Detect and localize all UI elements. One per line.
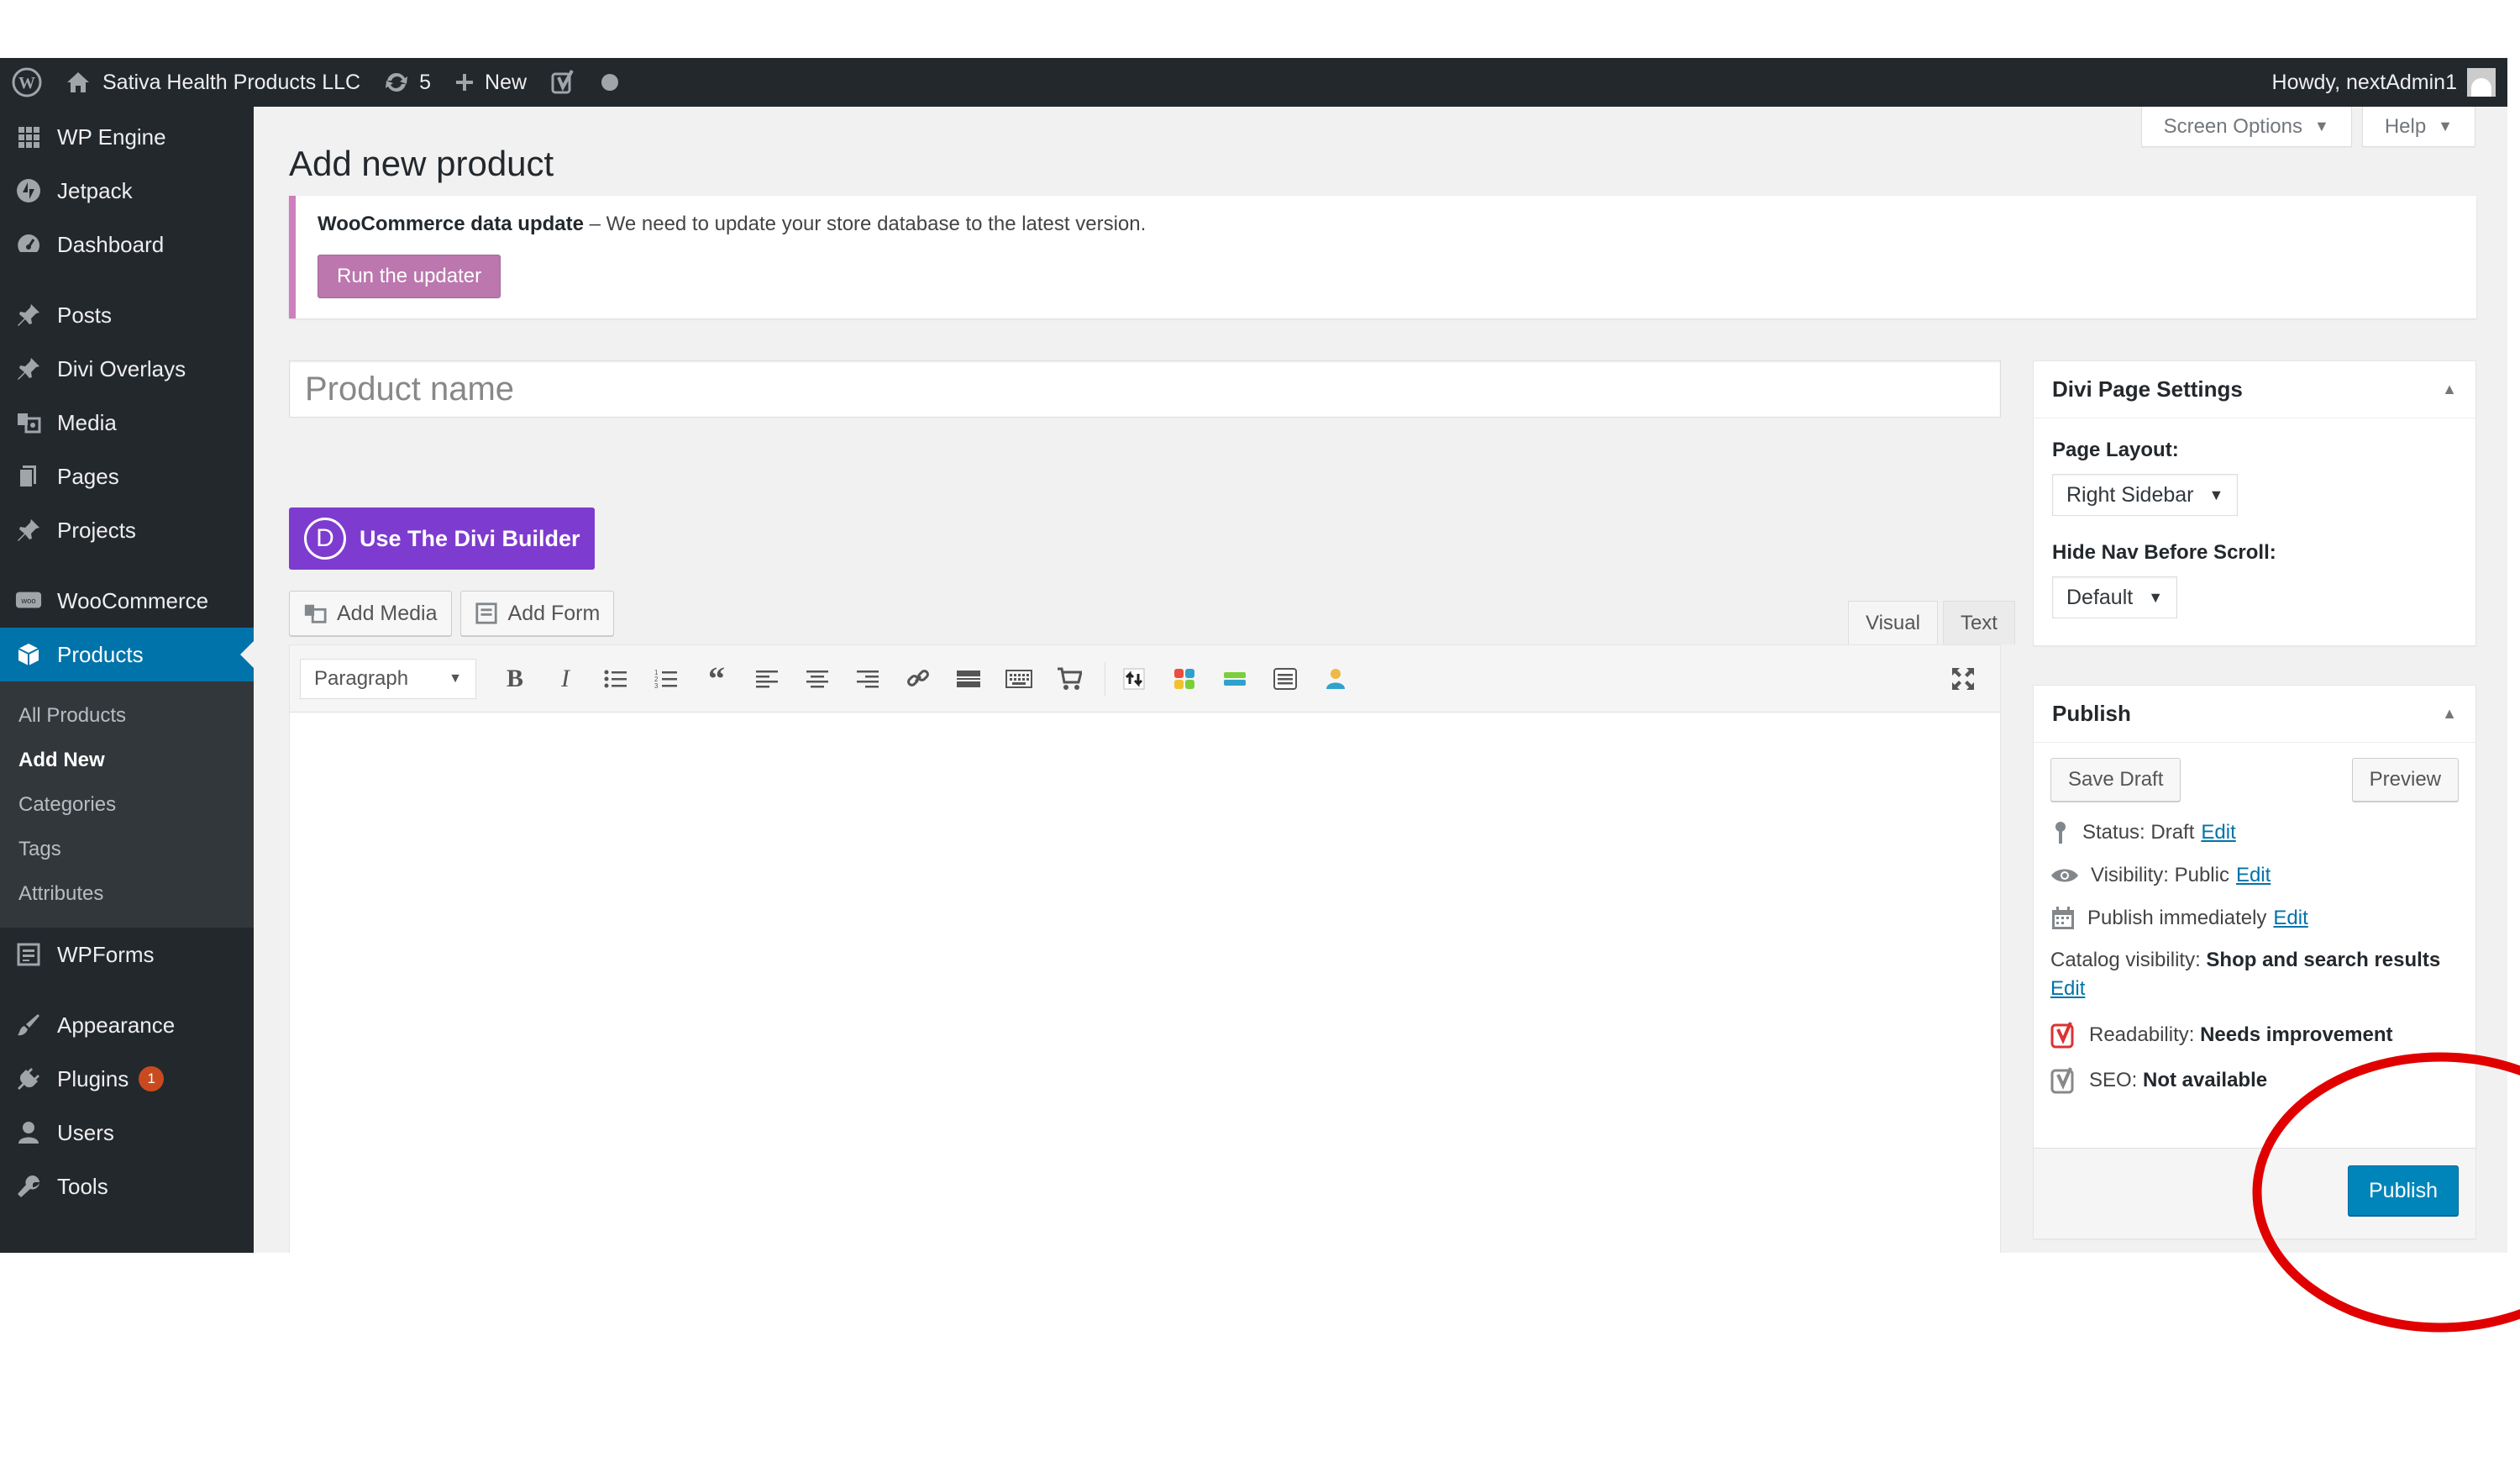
annotation-overlay <box>2252 1052 2520 1333</box>
annotation-ellipse <box>2252 1052 2520 1333</box>
